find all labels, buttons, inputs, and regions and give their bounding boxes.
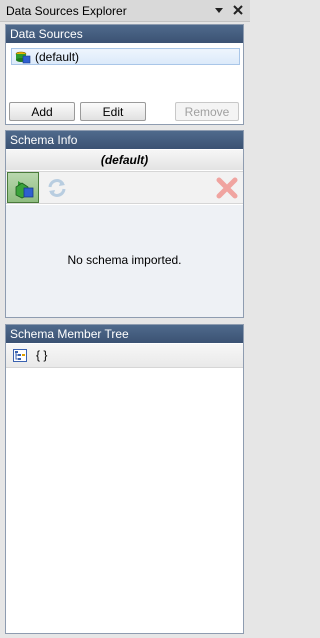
import-schema-button[interactable] xyxy=(7,172,39,203)
refresh-icon xyxy=(46,177,68,202)
data-source-item-default[interactable]: (default) xyxy=(11,48,240,65)
data-sources-panel: Data Sources (default) Add Edit Remove xyxy=(5,24,244,125)
tree-toolbar: { } xyxy=(6,344,243,368)
delete-schema-button[interactable] xyxy=(211,172,243,203)
import-schema-icon xyxy=(13,179,35,202)
delete-icon xyxy=(215,176,239,203)
tree-root-label[interactable]: { } xyxy=(36,348,47,362)
schema-body: No schema imported. xyxy=(6,205,243,317)
refresh-button[interactable] xyxy=(41,172,73,203)
remove-button[interactable]: Remove xyxy=(175,102,239,121)
data-sources-header: Data Sources xyxy=(6,25,243,43)
window-title: Data Sources Explorer xyxy=(6,4,127,18)
edit-button[interactable]: Edit xyxy=(80,102,146,121)
schema-member-tree-header: Schema Member Tree xyxy=(6,325,243,343)
tree-view-icon[interactable] xyxy=(13,349,27,365)
schema-name: (default) xyxy=(6,150,243,170)
no-schema-message: No schema imported. xyxy=(67,253,182,267)
database-icon xyxy=(15,50,31,64)
add-button[interactable]: Add xyxy=(9,102,75,121)
dropdown-arrow-icon[interactable] xyxy=(214,3,224,20)
window-titlebar: Data Sources Explorer xyxy=(0,0,250,22)
schema-info-header: Schema Info xyxy=(6,131,243,149)
close-icon[interactable] xyxy=(232,3,244,20)
schema-info-panel: Schema Info (default) No schema imported… xyxy=(5,130,244,318)
schema-toolbar xyxy=(6,171,243,204)
data-source-item-label: (default) xyxy=(35,50,80,64)
schema-member-tree-panel: Schema Member Tree { } xyxy=(5,324,244,634)
